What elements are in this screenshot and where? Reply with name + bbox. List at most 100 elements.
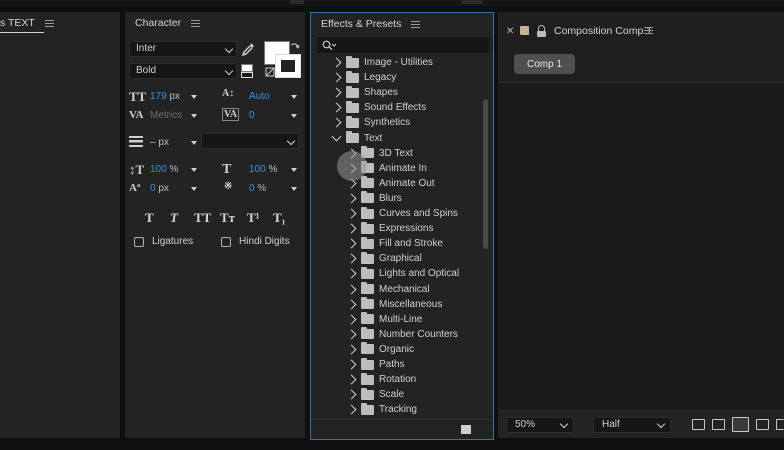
chevron-down-icon[interactable] xyxy=(331,131,342,142)
effects-tree-item[interactable]: Miscellaneous xyxy=(346,297,442,312)
effects-tree-item[interactable]: Synthetics xyxy=(331,115,410,130)
left-panel-tab[interactable]: s TEXT xyxy=(0,17,35,29)
kerning-caret-icon[interactable] xyxy=(191,114,197,118)
default-fill-swatch[interactable] xyxy=(241,64,253,72)
mask-visibility-icon[interactable] xyxy=(756,419,769,430)
tsume-value[interactable]: 0 % xyxy=(249,183,266,194)
effects-tree-item[interactable]: Lights and Optical xyxy=(346,266,459,281)
font-style-dropdown[interactable]: Bold xyxy=(129,63,237,79)
effects-tree-item[interactable]: Multi-Line xyxy=(346,312,422,327)
close-icon[interactable]: ✕ xyxy=(506,26,514,37)
chevron-right-icon[interactable] xyxy=(346,359,357,370)
swap-colors-icon[interactable] xyxy=(290,42,300,52)
grid-guides-icon[interactable] xyxy=(776,419,784,430)
effects-search-input[interactable] xyxy=(317,37,489,53)
all-caps-button[interactable]: TT xyxy=(194,210,211,226)
chevron-right-icon[interactable] xyxy=(331,87,342,98)
chevron-right-icon[interactable] xyxy=(346,299,357,310)
subscript-button[interactable]: T₁ xyxy=(273,210,286,226)
new-bin-icon[interactable] xyxy=(461,425,471,434)
tracking-caret-icon[interactable] xyxy=(291,114,297,118)
effects-tree-item[interactable]: Image - Utilities xyxy=(331,55,433,70)
hindi-digits-checkbox[interactable] xyxy=(221,237,231,247)
effects-tree-item[interactable]: Shapes xyxy=(331,85,398,100)
no-fill-icon[interactable] xyxy=(265,67,275,77)
stroke-width-value[interactable]: – px xyxy=(150,137,169,148)
region-of-interest-icon[interactable] xyxy=(732,417,749,432)
lock-icon[interactable] xyxy=(537,25,546,37)
baseline-shift-caret-icon[interactable] xyxy=(191,187,197,191)
font-family-dropdown[interactable]: Inter xyxy=(129,41,237,57)
stroke-width-caret-icon[interactable] xyxy=(191,141,197,145)
chevron-right-icon[interactable] xyxy=(346,314,357,325)
chevron-right-icon[interactable] xyxy=(346,253,357,264)
vertical-scale-caret-icon[interactable] xyxy=(191,168,197,172)
faux-bold-button[interactable]: T xyxy=(145,210,154,226)
character-panel-title[interactable]: Character xyxy=(135,17,181,29)
effects-tree-item[interactable]: Number Counters xyxy=(346,327,458,342)
composition-panel-title[interactable]: Composition Comp 1 xyxy=(554,25,652,37)
chevron-right-icon[interactable] xyxy=(346,238,357,249)
panel-menu-icon[interactable] xyxy=(644,27,653,34)
chevron-right-icon[interactable] xyxy=(346,208,357,219)
superscript-button[interactable]: T¹ xyxy=(247,210,260,226)
transparency-grid-icon[interactable] xyxy=(712,419,725,430)
chevron-right-icon[interactable] xyxy=(346,193,357,204)
vertical-scale-value[interactable]: 100 % xyxy=(150,164,178,175)
effects-tree-item[interactable]: Rotation xyxy=(346,372,416,387)
tsume-caret-icon[interactable] xyxy=(291,187,297,191)
chevron-right-icon[interactable] xyxy=(346,389,357,400)
font-size-value[interactable]: 179 px xyxy=(150,91,180,102)
kerning-value[interactable]: Metrics xyxy=(150,110,182,121)
effects-scrollbar[interactable] xyxy=(483,99,488,249)
effects-tree-item[interactable]: Legacy xyxy=(331,70,396,85)
stroke-type-dropdown[interactable] xyxy=(201,133,299,149)
panel-menu-icon[interactable] xyxy=(191,19,201,27)
chevron-right-icon[interactable] xyxy=(331,72,342,83)
faux-italic-button[interactable]: T xyxy=(170,210,178,226)
chevron-right-icon[interactable] xyxy=(346,404,357,415)
chevron-right-icon[interactable] xyxy=(346,284,357,294)
effects-tree-item[interactable]: Expressions xyxy=(346,221,433,236)
tracking-value[interactable]: 0 xyxy=(249,110,255,121)
baseline-shift-value[interactable]: 0 px xyxy=(150,183,169,194)
chevron-right-icon[interactable] xyxy=(346,344,357,355)
leading-caret-icon[interactable] xyxy=(291,95,297,99)
leading-value[interactable]: Auto xyxy=(249,91,270,102)
font-size-caret-icon[interactable] xyxy=(191,95,197,99)
effects-tree-item[interactable]: Scale xyxy=(346,387,404,402)
panel-menu-icon[interactable] xyxy=(44,19,54,27)
chevron-right-icon[interactable] xyxy=(346,268,357,279)
chevron-right-icon[interactable] xyxy=(346,329,357,340)
horizontal-scale-value[interactable]: 100 % xyxy=(249,164,277,175)
effects-tree-item[interactable]: Text xyxy=(331,131,382,146)
effects-tree-item[interactable]: Blurs xyxy=(346,191,402,206)
eyedropper-icon[interactable] xyxy=(241,42,255,58)
effects-tree-item[interactable]: Fill and Stroke xyxy=(346,236,443,251)
composition-viewer[interactable] xyxy=(498,83,784,410)
horizontal-scale-caret-icon[interactable] xyxy=(291,168,297,172)
effects-tree-item[interactable]: Graphical xyxy=(346,251,422,266)
effects-tree-item[interactable]: Sound Effects xyxy=(331,100,426,115)
chevron-right-icon[interactable] xyxy=(331,117,342,128)
panel-menu-icon[interactable] xyxy=(411,20,421,28)
chevron-right-icon[interactable] xyxy=(346,374,357,385)
ligatures-checkbox[interactable] xyxy=(134,237,144,247)
effects-panel-title[interactable]: Effects & Presets xyxy=(321,18,401,30)
zoom-dropdown[interactable]: 50% xyxy=(506,417,574,433)
chevron-right-icon[interactable] xyxy=(331,102,342,113)
resolution-dropdown[interactable]: Half xyxy=(593,417,671,433)
default-stroke-swatch[interactable] xyxy=(241,72,253,78)
effects-tree-item[interactable]: Tracking xyxy=(346,402,417,417)
effects-tree-item[interactable]: Paths xyxy=(346,357,405,372)
chevron-right-icon[interactable] xyxy=(346,223,357,234)
chevron-right-icon[interactable] xyxy=(331,57,342,68)
fast-previews-icon[interactable] xyxy=(692,419,705,430)
effects-tree-item[interactable]: Mechanical xyxy=(346,282,430,297)
effects-tree-item[interactable]: Organic xyxy=(346,342,414,357)
effects-tree-item[interactable]: Animate Out xyxy=(346,176,435,191)
effects-tree-item-label: Animate Out xyxy=(379,177,435,189)
small-caps-button[interactable]: Tт xyxy=(220,210,235,226)
effects-tree-item[interactable]: Curves and Spins xyxy=(346,206,458,221)
tab-comp-1[interactable]: Comp 1 xyxy=(514,54,575,74)
